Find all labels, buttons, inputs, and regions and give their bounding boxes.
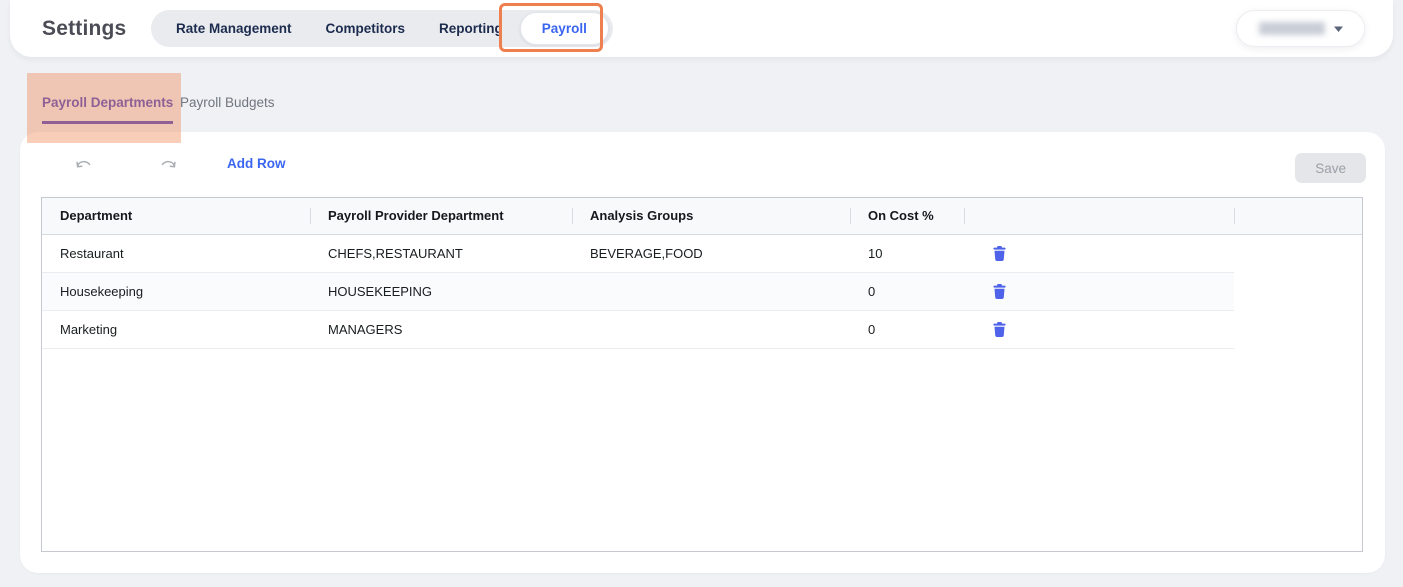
account-dropdown[interactable] — [1236, 10, 1365, 47]
table-body: Restaurant CHEFS,RESTAURANT BEVERAGE,FOO… — [42, 235, 1362, 349]
tab-rate-management[interactable]: Rate Management — [159, 21, 309, 36]
trash-icon — [993, 284, 1006, 299]
cell-analysis-groups[interactable] — [572, 273, 850, 310]
trash-icon — [993, 322, 1006, 337]
cell-analysis-groups[interactable]: BEVERAGE,FOOD — [572, 235, 850, 272]
table-row: Housekeeping HOUSEKEEPING 0 — [42, 273, 1234, 311]
column-header-payroll-provider-department: Payroll Provider Department — [310, 198, 572, 234]
cell-actions — [964, 235, 1234, 272]
column-header-analysis-groups: Analysis Groups — [572, 198, 850, 234]
save-button[interactable]: Save — [1295, 153, 1366, 183]
table-row: Marketing MANAGERS 0 — [42, 311, 1234, 349]
cell-payroll-provider-department[interactable]: MANAGERS — [310, 311, 572, 348]
cell-department[interactable]: Restaurant — [42, 235, 310, 272]
cell-payroll-provider-department[interactable]: HOUSEKEEPING — [310, 273, 572, 310]
payroll-departments-panel: Add Row Save Department Payroll Provider… — [20, 132, 1385, 573]
tab-competitors[interactable]: Competitors — [309, 21, 423, 36]
page-title: Settings — [42, 0, 126, 57]
delete-row-button[interactable] — [993, 322, 1006, 337]
delete-row-button[interactable] — [993, 246, 1006, 261]
cell-actions — [964, 311, 1234, 348]
cell-department[interactable]: Housekeeping — [42, 273, 310, 310]
delete-row-button[interactable] — [993, 284, 1006, 299]
add-row-button[interactable]: Add Row — [219, 148, 294, 178]
cell-analysis-groups[interactable] — [572, 311, 850, 348]
redo-button[interactable] — [152, 148, 184, 178]
column-header-on-cost: On Cost % — [850, 198, 964, 234]
top-bar: Settings Rate Management Competitors Rep… — [10, 0, 1393, 57]
caret-down-icon — [1334, 26, 1343, 32]
table-header-row: Department Payroll Provider Department A… — [42, 198, 1362, 235]
tab-reporting[interactable]: Reporting — [422, 21, 520, 36]
tab-payroll[interactable]: Payroll — [520, 12, 609, 45]
table-row: Restaurant CHEFS,RESTAURANT BEVERAGE,FOO… — [42, 235, 1234, 273]
account-name-redacted — [1259, 22, 1325, 35]
trash-icon — [993, 246, 1006, 261]
cell-actions — [964, 273, 1234, 310]
undo-button[interactable] — [68, 148, 100, 178]
cell-on-cost[interactable]: 10 — [850, 235, 964, 272]
payroll-departments-table: Department Payroll Provider Department A… — [41, 197, 1363, 552]
column-header-actions — [964, 198, 1234, 234]
undo-arrow-icon — [75, 157, 93, 170]
settings-tab-group: Rate Management Competitors Reporting Pa… — [151, 10, 613, 47]
redo-arrow-icon — [159, 157, 177, 170]
cell-on-cost[interactable]: 0 — [850, 273, 964, 310]
column-header-filler — [1234, 198, 1362, 234]
column-header-department: Department — [42, 198, 310, 234]
cell-payroll-provider-department[interactable]: CHEFS,RESTAURANT — [310, 235, 572, 272]
cell-on-cost[interactable]: 0 — [850, 311, 964, 348]
cell-department[interactable]: Marketing — [42, 311, 310, 348]
tab-payroll-departments[interactable]: Payroll Departments — [42, 95, 173, 124]
tab-payroll-budgets[interactable]: Payroll Budgets — [180, 95, 275, 110]
